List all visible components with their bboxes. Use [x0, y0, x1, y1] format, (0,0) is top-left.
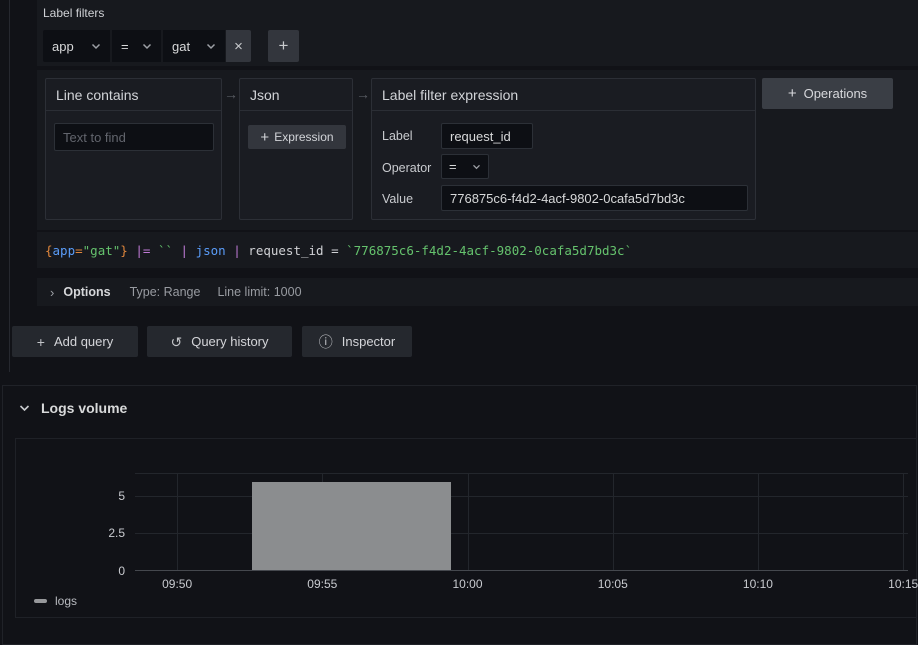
logs-volume-chart: logs 0 2.5 5 09:50 09:55 10:00 10:05 10:10 10:15 — [15, 438, 917, 618]
y-axis-tick-label: 0 — [75, 563, 125, 579]
query-token: = — [75, 243, 83, 258]
logs-volume-title: Logs volume — [41, 400, 127, 416]
options-line-limit-text: Line limit: 1000 — [217, 285, 301, 299]
x-gridline — [903, 473, 904, 571]
y-axis-tick-label: 2.5 — [75, 525, 125, 541]
query-token — [150, 243, 158, 258]
query-editor-left-border — [9, 0, 10, 372]
inspector-label: Inspector — [342, 334, 395, 349]
filter-operator-select[interactable]: = — [112, 30, 161, 62]
query-history-button[interactable]: ↺ Query history — [147, 326, 292, 357]
add-expression-label: Expression — [274, 130, 333, 144]
query-token: request_id = — [241, 243, 346, 258]
query-token: | — [181, 243, 189, 258]
x-gridline — [468, 473, 469, 571]
logs-bar[interactable] — [252, 482, 450, 571]
label-field-label: Label — [382, 129, 413, 143]
x-gridline — [758, 473, 759, 571]
chevron-down-icon — [19, 404, 30, 412]
query-token: "gat" — [83, 243, 121, 258]
filter-value-select[interactable]: gat — [163, 30, 225, 62]
x-axis-tick-label: 10:10 — [743, 577, 773, 591]
chevron-down-icon — [91, 43, 101, 50]
operator-value: = — [449, 159, 457, 174]
pipeline-arrow-icon: → — [224, 86, 238, 102]
plus-icon: + — [788, 86, 797, 101]
line-contains-input[interactable] — [54, 123, 214, 151]
filter-operator-value: = — [121, 39, 129, 54]
chevron-down-icon — [142, 43, 152, 50]
operation-card-title: Json — [240, 79, 352, 111]
add-operations-button[interactable]: + Operations — [762, 78, 893, 109]
add-operations-label: Operations — [804, 86, 868, 101]
operation-card-title: Line contains — [46, 79, 221, 111]
y-gridline — [135, 533, 908, 534]
info-icon: ⓘ — [319, 335, 333, 349]
inspector-button[interactable]: ⓘ Inspector — [302, 326, 412, 357]
x-axis-tick-label: 09:50 — [162, 577, 192, 591]
value-field-input[interactable] — [441, 185, 748, 211]
chevron-down-icon — [206, 43, 216, 50]
add-query-label: Add query — [54, 334, 113, 349]
y-axis-tick-label: 5 — [75, 488, 125, 504]
pipeline-arrow-icon: → — [356, 86, 370, 102]
label-filter-row: app = gat × + — [43, 30, 299, 62]
x-gridline — [177, 473, 178, 571]
label-field-input[interactable] — [441, 123, 533, 149]
y-gridline — [135, 496, 908, 497]
close-icon: × — [234, 38, 243, 55]
plus-icon: + — [37, 335, 45, 349]
query-token: { — [45, 243, 53, 258]
operation-card-label-filter-expression: Label filter expression Label Operator =… — [371, 78, 756, 220]
chevron-down-icon — [472, 164, 481, 170]
x-axis-tick-label: 10:05 — [598, 577, 628, 591]
add-expression-button[interactable]: + Expression — [248, 125, 346, 149]
query-token — [173, 243, 181, 258]
operator-select[interactable]: = — [441, 154, 489, 179]
value-field-label: Value — [382, 192, 413, 206]
plus-icon: + — [260, 130, 269, 145]
history-icon: ↺ — [170, 335, 182, 349]
filter-label-value: app — [52, 39, 74, 54]
filter-label-select[interactable]: app — [43, 30, 110, 62]
filter-value-value: gat — [172, 39, 190, 54]
query-token: | — [233, 243, 241, 258]
query-token: app — [53, 243, 76, 258]
x-axis-tick-label: 10:15 — [888, 577, 918, 591]
operator-field-label: Operator — [382, 161, 431, 175]
label-filters-heading: Label filters — [43, 6, 104, 20]
x-gridline — [613, 473, 614, 571]
options-type-text: Type: Range — [130, 285, 201, 299]
options-toggle-label[interactable]: Options — [63, 285, 110, 299]
add-label-filter-button[interactable]: + — [268, 30, 299, 62]
query-token: } — [120, 243, 128, 258]
query-token: |= — [135, 243, 150, 258]
query-preview-row: {app="gat"} |= `` | json | request_id = … — [37, 232, 918, 268]
query-token — [188, 243, 196, 258]
legend-swatch — [34, 599, 47, 603]
operation-card-line-contains: Line contains — [45, 78, 222, 220]
query-token: json — [196, 243, 226, 258]
query-token: `776875c6-f4d2-4acf-9802-0cafa5d7bd3c` — [346, 243, 632, 258]
plus-icon: + — [279, 36, 289, 56]
query-history-label: Query history — [191, 334, 268, 349]
logs-volume-plot[interactable] — [135, 473, 908, 571]
chevron-right-icon: › — [50, 285, 54, 300]
legend-item-logs[interactable]: logs — [34, 593, 77, 609]
x-axis-line — [135, 570, 908, 571]
add-query-button[interactable]: + Add query — [12, 326, 138, 357]
options-row[interactable]: › Options Type: Range Line limit: 1000 — [37, 278, 918, 306]
query-token: `` — [158, 243, 173, 258]
logs-volume-collapse-header[interactable]: Logs volume — [11, 396, 135, 420]
legend-label: logs — [55, 594, 77, 608]
query-preview-code: {app="gat"} |= `` | json | request_id = … — [45, 243, 632, 258]
remove-filter-button[interactable]: × — [226, 30, 251, 62]
y-gridline — [135, 473, 908, 474]
operation-card-json: Json + Expression — [239, 78, 353, 220]
x-axis-tick-label: 10:00 — [453, 577, 483, 591]
x-axis-tick-label: 09:55 — [307, 577, 337, 591]
operation-card-title: Label filter expression — [372, 79, 755, 111]
logs-volume-panel: Logs volume logs 0 2.5 5 09:50 09:55 10:00 10:… — [2, 385, 917, 645]
